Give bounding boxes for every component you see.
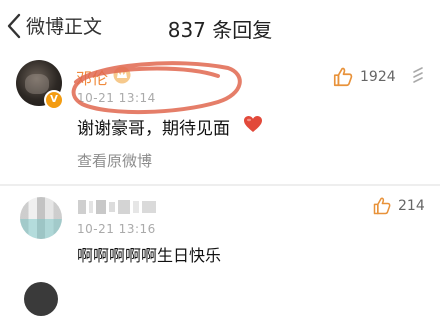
verified-badge-icon: V [44,90,64,110]
divider [0,184,440,186]
back-button[interactable]: 微博正文 [6,12,102,39]
thumbs-up-icon [373,197,391,215]
avatar[interactable] [24,282,58,316]
avatar[interactable] [20,197,62,239]
heart-emoji-icon [244,116,262,132]
comment-text: 谢谢豪哥，期待见面 [77,119,230,139]
more-icon[interactable] [410,66,426,86]
chevron-left-icon [7,13,21,38]
thumbs-up-icon [333,67,353,87]
back-label: 微博正文 [26,16,103,38]
comment-text: 啊啊啊啊啊生日快乐 [77,246,222,265]
like-button[interactable]: 1924 [332,66,396,88]
annotation-ring [71,61,242,114]
like-button[interactable]: 214 [372,196,425,216]
like-count: 1924 [360,69,396,85]
username-redacted [78,200,156,214]
view-original-link[interactable]: 查看原微博 [77,150,152,171]
like-count: 214 [398,198,425,214]
timestamp: 10-21 13:16 [77,222,156,236]
